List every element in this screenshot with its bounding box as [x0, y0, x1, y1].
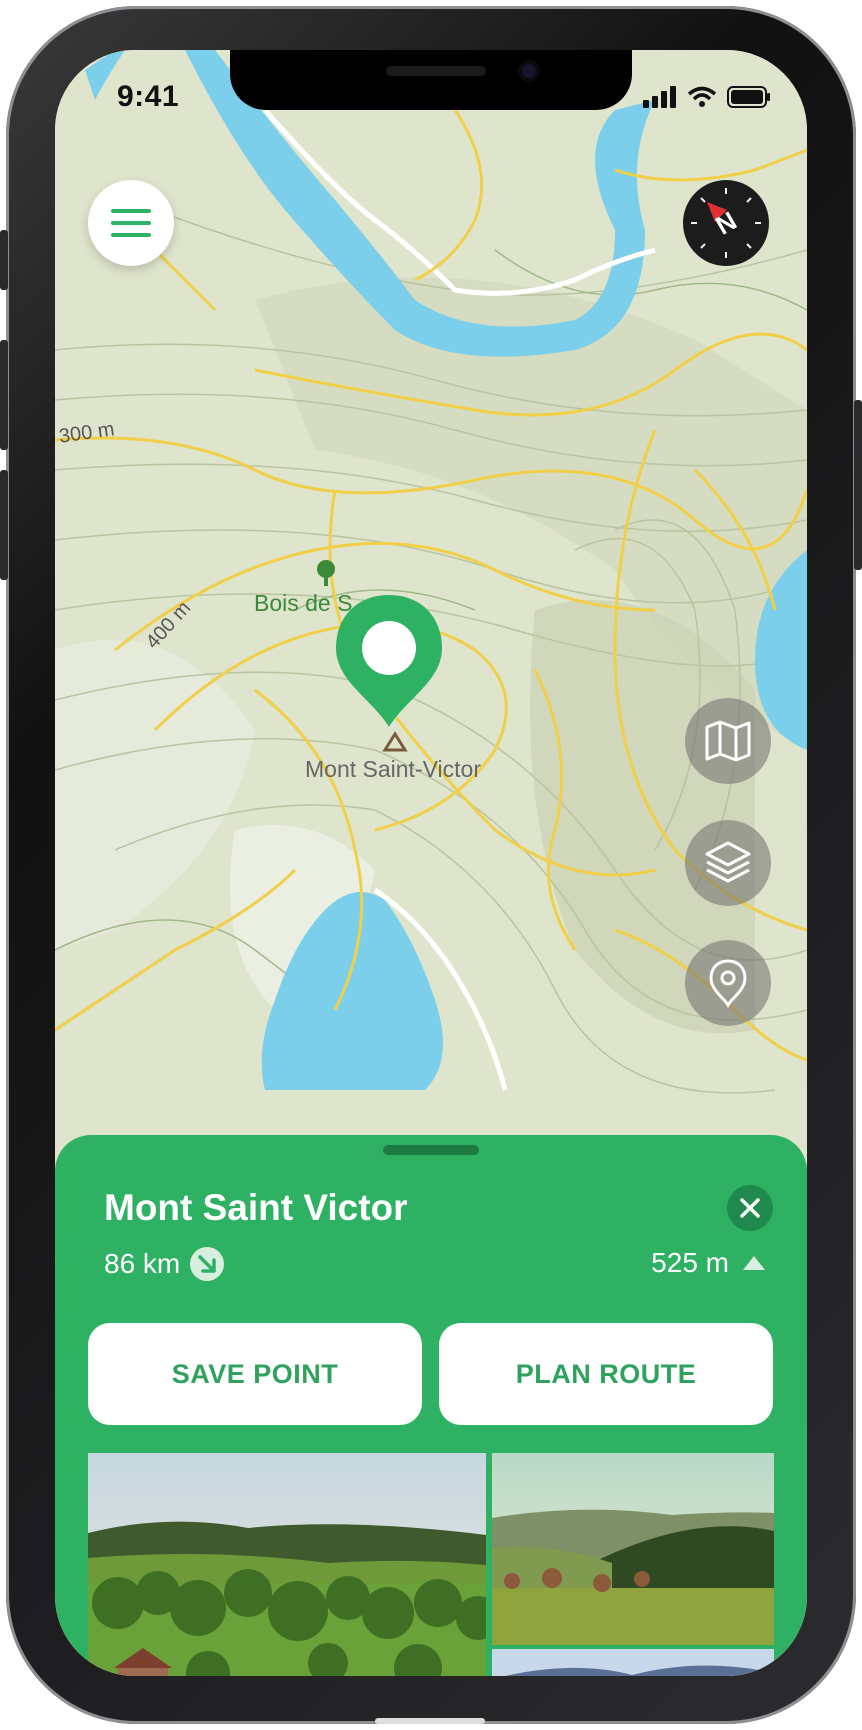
- screen: 300 m 400 m Bois de S Mont Saint-Victor …: [55, 50, 807, 1676]
- poi-bottom-sheet[interactable]: Mont Saint Victor 86 km 525 m SAVE POINT…: [55, 1135, 807, 1676]
- compass-button[interactable]: N: [683, 180, 769, 266]
- hamburger-icon: [111, 209, 151, 237]
- distance-value: 86 km: [104, 1248, 181, 1279]
- status-icons: [643, 86, 771, 108]
- volume-down-button: [0, 470, 8, 580]
- battery-icon: [727, 86, 770, 108]
- map-icon: [705, 720, 751, 762]
- poi-title: Mont Saint Victor: [104, 1187, 408, 1228]
- signal-icon: [643, 86, 676, 108]
- layers-icon: [705, 841, 751, 883]
- triangle-up-icon: [743, 1256, 765, 1270]
- arrow-down-right-icon: [190, 1247, 225, 1281]
- camera: [518, 60, 540, 82]
- poi-photo-2[interactable]: [492, 1453, 774, 1645]
- forest-icon: [313, 558, 339, 593]
- map-type-button[interactable]: [685, 698, 771, 784]
- location-pin-icon: [709, 959, 747, 1008]
- poi-distance: 86 km: [104, 1247, 225, 1281]
- poi-elevation: 525 m: [651, 1247, 767, 1279]
- elevation-value: 525 m: [651, 1247, 729, 1278]
- poi-photo-1[interactable]: [88, 1453, 486, 1676]
- poi-photo-3[interactable]: [492, 1649, 774, 1676]
- power-button: [854, 400, 862, 570]
- volume-up-button: [0, 340, 8, 450]
- status-time: 9:41: [117, 80, 180, 113]
- close-icon: [740, 1198, 760, 1218]
- notch: [230, 50, 632, 110]
- mute-switch: [0, 230, 8, 290]
- wifi-icon: [687, 86, 717, 107]
- summit-label[interactable]: Mont Saint-Victor: [305, 756, 481, 783]
- location-pin-icon[interactable]: [336, 595, 442, 732]
- home-indicator: [375, 1718, 485, 1724]
- plan-route-button[interactable]: PLAN ROUTE: [439, 1323, 773, 1425]
- locate-button[interactable]: [685, 940, 771, 1026]
- save-point-button[interactable]: SAVE POINT: [88, 1323, 422, 1425]
- compass-icon: N: [691, 188, 761, 258]
- speaker: [386, 66, 486, 76]
- close-button[interactable]: [727, 1185, 773, 1231]
- sheet-drag-handle[interactable]: [383, 1145, 479, 1155]
- menu-button[interactable]: [88, 180, 174, 266]
- layers-button[interactable]: [685, 820, 771, 906]
